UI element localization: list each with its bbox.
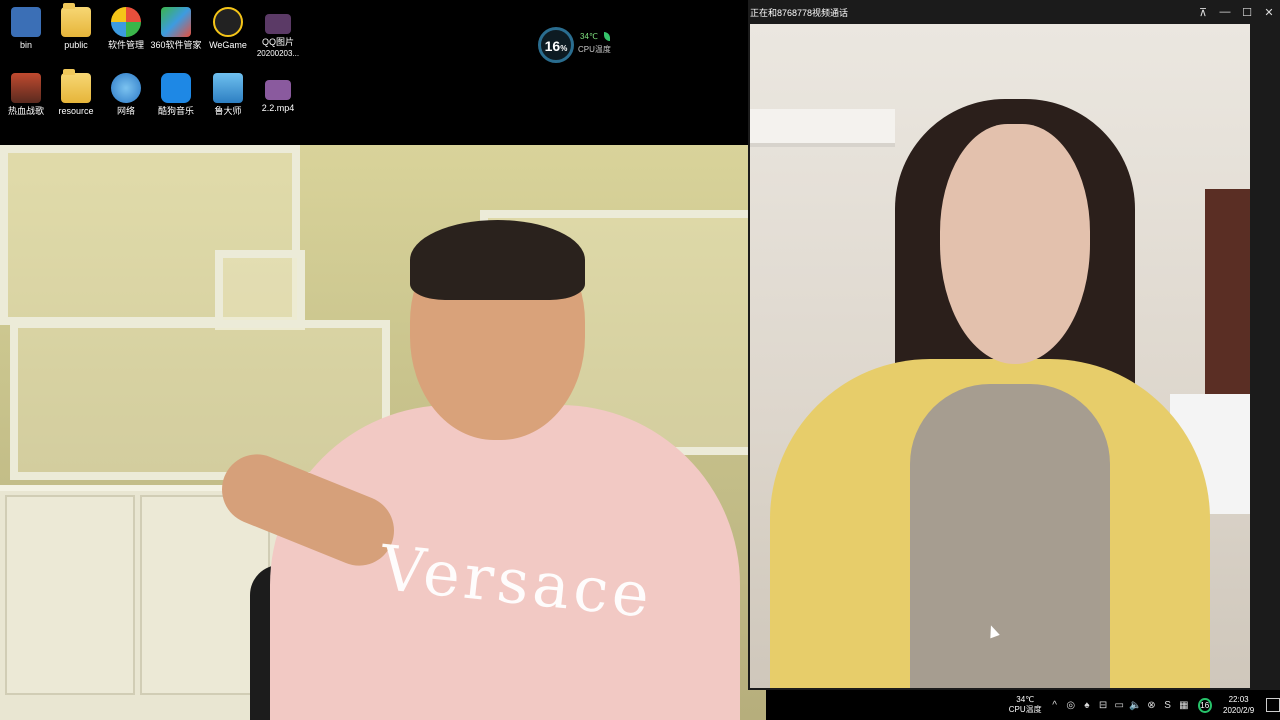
- tray-badge[interactable]: 16: [1197, 697, 1212, 713]
- folder-icon: [61, 3, 91, 37]
- cpu-temperature-label: CPU温度: [578, 45, 611, 54]
- desktop-icon-public[interactable]: public: [50, 3, 102, 51]
- tray-app-icon[interactable]: ⊟: [1096, 697, 1110, 713]
- desktop-icon-label: 2.2.mp4: [261, 103, 295, 113]
- minimize-button[interactable]: —: [1214, 0, 1236, 24]
- person-hair: [410, 220, 585, 300]
- bin-app-icon: [11, 7, 41, 37]
- maximize-button[interactable]: ☐: [1236, 0, 1258, 24]
- tray-clock[interactable]: 22:03 2020/2/9: [1216, 694, 1262, 716]
- cpu-temperature: 34℃: [580, 32, 598, 41]
- minimize-icon: —: [1219, 6, 1231, 18]
- person-face: [940, 124, 1090, 364]
- door: [1205, 189, 1250, 409]
- desktop-icon-label: QQ图片: [261, 37, 294, 47]
- desktop-icon-label: resource: [58, 106, 94, 116]
- desktop-icon-ludashi[interactable]: 鲁大师: [202, 73, 254, 117]
- desktop-icon-label: 鲁大师: [214, 106, 242, 116]
- cpu-usage-value: 16: [544, 38, 561, 54]
- desktop: bin public 软件管理 360软件管家 WeGame QQ图片 2020…: [0, 0, 748, 145]
- person-inner-shirt: [910, 384, 1110, 688]
- desktop-icon-qq-image[interactable]: QQ图片 20200203...: [252, 14, 304, 59]
- network-icon: ⊟: [1098, 699, 1108, 711]
- 360-icon: [161, 7, 191, 37]
- desktop-icon-label: 热血战歌: [7, 106, 44, 116]
- app-icon: ♠: [1084, 699, 1090, 711]
- image-file-icon: [265, 14, 291, 34]
- cpu-usage-ring: 16%: [538, 27, 574, 63]
- video-file-icon: [265, 80, 291, 100]
- leaf-icon: [604, 32, 610, 41]
- desktop-icon-rexue-zhange[interactable]: 热血战歌: [0, 73, 52, 117]
- notification-center-button[interactable]: [1265, 698, 1280, 712]
- desktop-icon-label: 360软件管家: [150, 40, 202, 50]
- pin-icon: ⊼: [1198, 6, 1208, 19]
- chevron-up-icon: ^: [1052, 699, 1057, 711]
- maximize-icon: ☐: [1242, 6, 1252, 19]
- desktop-icon-wegame[interactable]: WeGame: [202, 7, 254, 51]
- desktop-icon-bin[interactable]: bin: [0, 7, 52, 51]
- kugou-icon: [161, 73, 191, 103]
- desktop-icon-label: 网络: [116, 106, 135, 116]
- show-hidden-icons-button[interactable]: ^: [1047, 697, 1061, 713]
- system-tray: 34℃ CPU温度 ^ ◎ ♠ ⊟ ▭ 🔈 ⊗ S ▦ 16 22:03 202…: [1004, 690, 1280, 720]
- desktop-icon-label: public: [64, 40, 88, 50]
- software-manager-icon: [111, 7, 141, 37]
- desktop-icon-360[interactable]: 360软件管家: [150, 7, 202, 51]
- remote-video-feed[interactable]: [750, 24, 1250, 688]
- tray-app-icon[interactable]: ⊗: [1144, 697, 1158, 713]
- clock-time: 22:03: [1228, 695, 1249, 704]
- tray-app-icon[interactable]: ♠: [1080, 697, 1094, 713]
- ime-button[interactable]: S: [1161, 697, 1175, 713]
- desktop-icon-network[interactable]: 网络: [100, 73, 152, 117]
- clock-date: 2020/2/9: [1223, 706, 1255, 715]
- wegame-icon: [213, 7, 243, 37]
- video-call-titlebar[interactable]: 正在和8768778视频通话 ⊼ — ☐ ✕: [748, 0, 1280, 24]
- display-icon: ▭: [1114, 699, 1124, 711]
- desktop-icon-software-manager[interactable]: 软件管理: [100, 7, 152, 51]
- close-icon: ✕: [1264, 6, 1274, 19]
- desktop-icon-video-file[interactable]: 2.2.mp4: [252, 80, 304, 114]
- tray-cpu-temp[interactable]: 34℃ CPU温度: [1004, 695, 1046, 715]
- video-call-title: 正在和8768778视频通话: [750, 7, 849, 18]
- desktop-icon-label: bin: [19, 40, 32, 50]
- tray-temperature-label: CPU温度: [1008, 705, 1042, 714]
- cpu-widget[interactable]: 16% 34℃ CPU温度: [538, 27, 616, 63]
- tray-app-icon[interactable]: ▭: [1112, 697, 1126, 713]
- keyboard-icon: ▦: [1179, 699, 1189, 711]
- ludashi-icon: [213, 73, 243, 103]
- volume-icon: 🔈: [1129, 699, 1142, 711]
- air-conditioner: [750, 109, 895, 147]
- folder-icon: [61, 69, 91, 103]
- block-icon: ⊗: [1147, 699, 1156, 711]
- game-icon: [11, 73, 41, 103]
- cpu-usage-unit: %: [560, 44, 568, 53]
- desktop-icon-sublabel: 20200203...: [256, 49, 300, 58]
- ime-icon: S: [1164, 699, 1171, 711]
- tray-temperature: 34℃: [1016, 695, 1035, 704]
- volume-button[interactable]: 🔈: [1128, 697, 1142, 713]
- desktop-icon-label: 软件管理: [107, 40, 144, 50]
- desktop-icon-label: WeGame: [209, 40, 247, 50]
- desktop-icon-label: 酷狗音乐: [157, 106, 194, 116]
- local-webcam-feed: Versace: [0, 145, 766, 720]
- video-call-window[interactable]: 正在和8768778视频通话 ⊼ — ☐ ✕: [748, 0, 1280, 690]
- shelf-unit: [215, 250, 305, 330]
- network-icon: [111, 73, 141, 103]
- desktop-icon-resource[interactable]: resource: [50, 69, 102, 117]
- tray-app-icon[interactable]: ◎: [1064, 697, 1078, 713]
- pin-button[interactable]: ⊼: [1192, 0, 1214, 24]
- desktop-icon-kugou[interactable]: 酷狗音乐: [150, 73, 202, 117]
- security-icon: ◎: [1066, 699, 1076, 711]
- cabinet-door: [5, 495, 135, 695]
- tray-app-icon[interactable]: ▦: [1177, 697, 1191, 713]
- close-button[interactable]: ✕: [1258, 0, 1280, 24]
